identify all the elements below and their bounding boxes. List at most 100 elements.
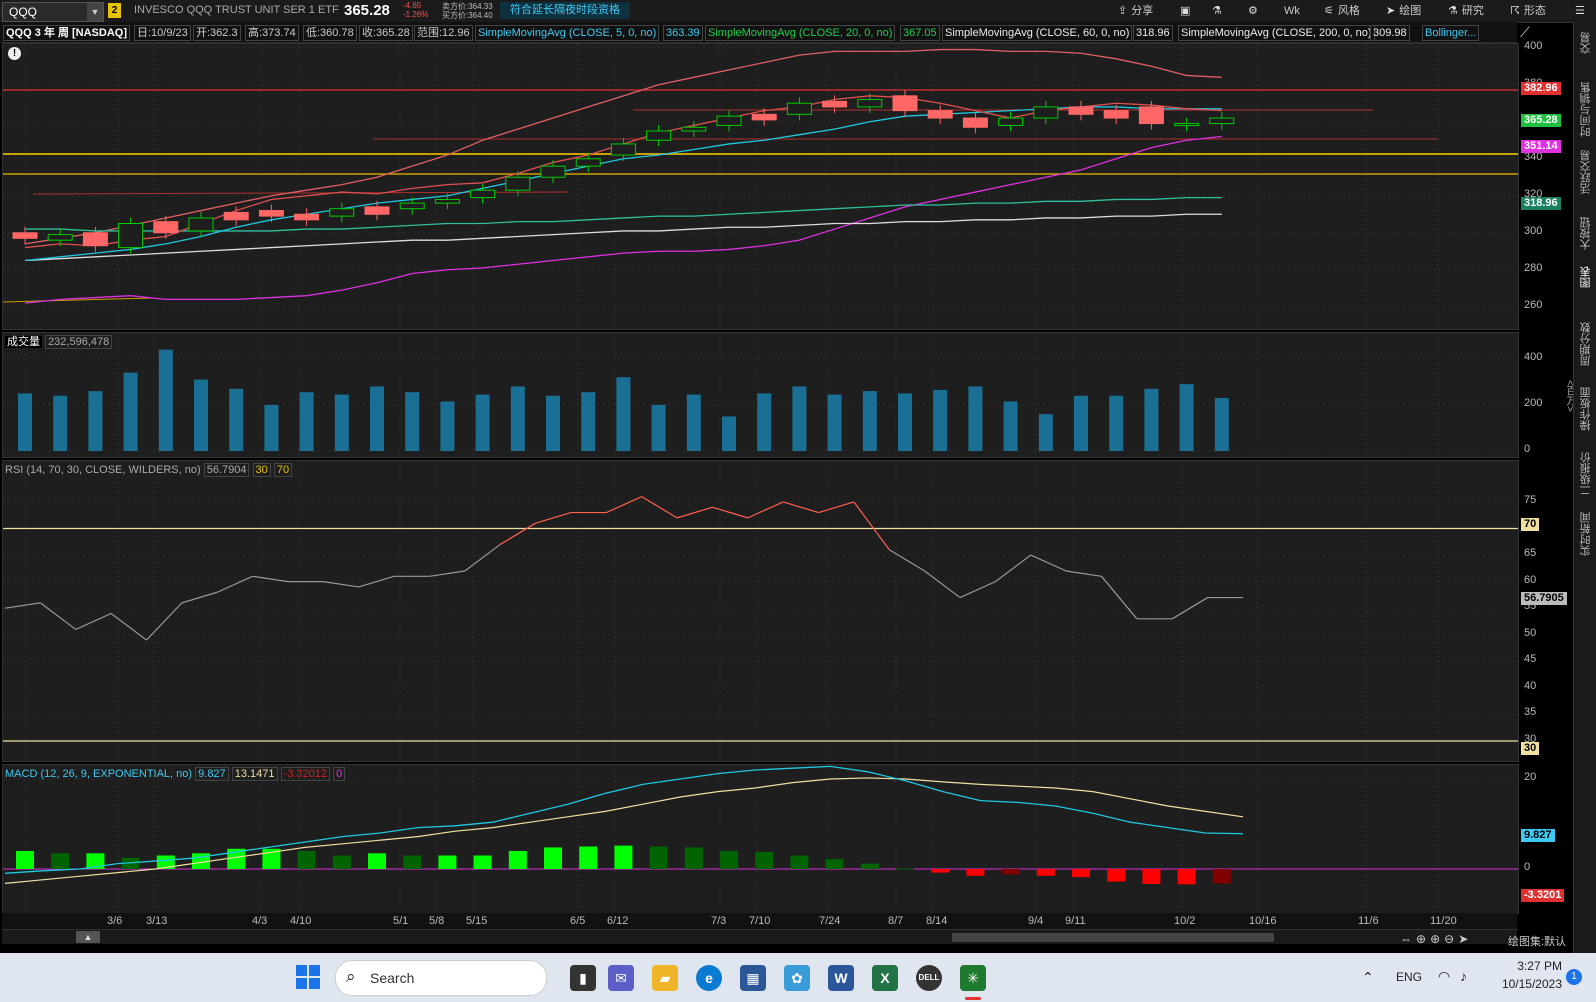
symbol-dropdown-icon[interactable]: ▼ (87, 3, 103, 21)
sma5-label[interactable]: SimpleMovingAvg (CLOSE, 5, 0, no) (475, 25, 660, 41)
candle-body[interactable] (188, 217, 214, 232)
price-pane[interactable]: ! (2, 43, 1519, 330)
macd-hist-bar[interactable] (51, 853, 70, 869)
macd-hist-bar[interactable] (755, 851, 774, 869)
candle-body[interactable] (329, 208, 355, 217)
sidebar-tab[interactable]: 交易 (1578, 32, 1592, 54)
volume-bar[interactable] (1003, 401, 1018, 451)
sidebar-tab[interactable]: 周期分数 (1578, 322, 1592, 366)
word-icon[interactable]: W (828, 965, 854, 991)
sidebar-tab[interactable]: 图表 (1578, 266, 1592, 288)
volume-bar[interactable] (898, 393, 912, 451)
volume-bar[interactable] (405, 392, 420, 451)
macd-hist-bar[interactable] (438, 855, 457, 870)
chart-nav-icons[interactable]: ⇔⊕⊕⊖➤ (1400, 932, 1472, 946)
sidebar-tab[interactable]: 大按钮 (1578, 217, 1592, 250)
volume-bar[interactable] (440, 401, 455, 451)
macd-hist-bar[interactable] (508, 851, 527, 869)
candle-body[interactable] (82, 232, 108, 247)
candle-body[interactable] (892, 95, 918, 112)
candle-body[interactable] (646, 130, 672, 141)
settings-button[interactable]: ⚙ (1248, 2, 1262, 20)
macd-hist-bar[interactable] (860, 863, 879, 869)
volume-bar[interactable] (581, 392, 596, 451)
candle-body[interactable] (470, 189, 496, 199)
extended-hours-button[interactable]: 符合延长隔夜时段资格 (500, 2, 630, 19)
photos-icon[interactable]: ✿ (784, 965, 810, 991)
macd-hist-bar[interactable] (896, 868, 914, 870)
rsi-pane[interactable]: RSI (14, 70, 30, CLOSE, WILDERS, no) 56.… (2, 460, 1519, 762)
collapse-icon[interactable]: ▲ (76, 931, 100, 943)
volume-bar[interactable] (862, 391, 877, 451)
pan-icon[interactable]: ⇔ (1400, 932, 1416, 946)
macd-hist-bar[interactable] (931, 869, 950, 873)
thinkorswim-icon[interactable]: ✳ (960, 965, 986, 991)
candle-body[interactable] (1033, 106, 1059, 119)
macd-hist-bar[interactable] (614, 845, 633, 869)
volume-bar[interactable] (546, 395, 560, 451)
candle-body[interactable] (12, 232, 38, 239)
candle-body[interactable] (962, 117, 988, 128)
research-button[interactable]: ⚗ 研究 (1448, 2, 1484, 20)
macd-hist-bar[interactable] (544, 847, 562, 869)
volume-bar[interactable] (194, 379, 208, 451)
volume-bar[interactable] (370, 386, 384, 451)
sma20-label[interactable]: SimpleMovingAvg (CLOSE, 20, 0, no) (705, 25, 896, 41)
edge-icon[interactable]: e (696, 965, 722, 991)
macd-hist-bar[interactable] (1177, 869, 1196, 885)
macd-hist-bar[interactable] (649, 846, 668, 870)
candle-body[interactable] (294, 213, 320, 221)
volume-bar[interactable] (510, 386, 525, 451)
volume-bar[interactable] (88, 391, 103, 451)
candle-body[interactable] (575, 158, 601, 167)
chevron-up-icon[interactable]: ⌃ (1362, 969, 1374, 986)
study-set-label[interactable]: 绘图集:默认 (1508, 933, 1566, 949)
pattern-button[interactable]: ☈ 形态 (1510, 2, 1546, 20)
candle-body[interactable] (505, 176, 531, 191)
macd-hist-bar[interactable] (1142, 869, 1161, 884)
volume-pane[interactable]: 成交量 232,596,478 (2, 332, 1519, 458)
volume-bar[interactable] (686, 394, 701, 451)
macd-hist-bar[interactable] (1001, 869, 1020, 875)
candle-body[interactable] (927, 110, 953, 119)
crosshair-icon[interactable]: ⊕ (1416, 932, 1430, 946)
clock-date[interactable]: 10/15/2023 (1490, 977, 1562, 991)
cursor-icon[interactable]: ➤ (1458, 932, 1472, 946)
candle-body[interactable] (716, 115, 742, 126)
macd-hist-bar[interactable] (403, 855, 422, 870)
candle-body[interactable] (786, 102, 812, 115)
macd-hist-bar[interactable] (825, 859, 844, 869)
candle-body[interactable] (1209, 117, 1235, 125)
macd-hist-bar[interactable] (579, 846, 598, 870)
candle-body[interactable] (364, 206, 390, 215)
sidebar-tab[interactable]: 二级报价 (1578, 452, 1592, 496)
windows-start-icon[interactable] (296, 965, 320, 989)
scroll-thumb[interactable] (952, 933, 1274, 942)
volume-bar[interactable] (229, 388, 244, 451)
volume-bar[interactable] (616, 377, 631, 451)
volume-bar[interactable] (1074, 395, 1088, 451)
candle-body[interactable] (399, 202, 425, 210)
volume-bar[interactable] (651, 404, 666, 451)
candle-body[interactable] (258, 210, 284, 217)
sma200-label[interactable]: SimpleMovingAvg (CLOSE, 200, 0, no) (1178, 25, 1375, 41)
symbol-input[interactable]: QQQ ▼ (2, 2, 104, 22)
taskbar-search[interactable]: ⌕ Search (335, 960, 547, 996)
candle-body[interactable] (751, 113, 777, 121)
candle-body[interactable] (1174, 123, 1200, 127)
sidebar-tab[interactable]: 操作板面 (1578, 387, 1592, 431)
candle-body[interactable] (223, 211, 249, 221)
macd-hist-bar[interactable] (790, 855, 809, 870)
macd-hist-bar[interactable] (473, 855, 492, 870)
sma60-label[interactable]: SimpleMovingAvg (CLOSE, 60, 0, no) (942, 25, 1133, 41)
macd-hist-bar[interactable] (332, 855, 351, 870)
bollinger-label[interactable]: Bollinger... (1422, 25, 1480, 41)
candle-body[interactable] (822, 100, 848, 108)
volume-bar[interactable] (123, 372, 138, 451)
volume-bar[interactable] (334, 394, 349, 451)
grid-button[interactable]: ▣ (1180, 2, 1194, 20)
volume-bar[interactable] (475, 394, 490, 451)
macd-hist-bar[interactable] (966, 869, 985, 876)
candle-body[interactable] (540, 165, 566, 178)
drawing-tool-icon[interactable]: ⟋ (1520, 24, 1530, 41)
